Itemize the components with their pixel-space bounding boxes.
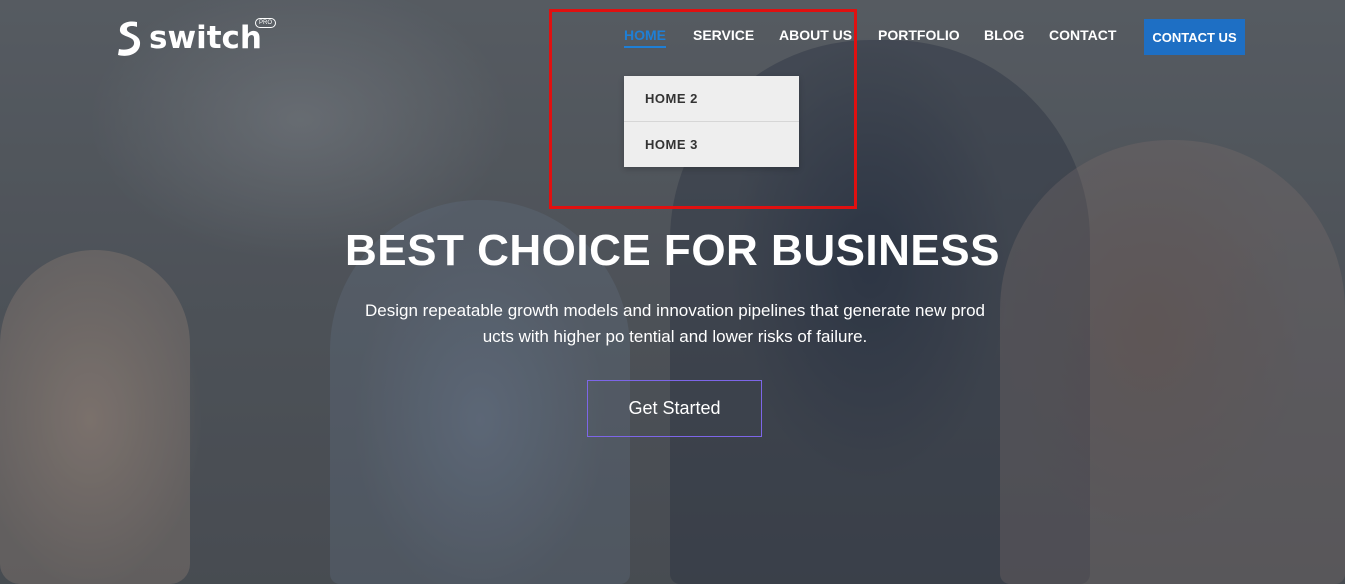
nav-item-blog[interactable]: BLOG [984, 26, 1024, 44]
highlight-annotation-box [549, 9, 857, 209]
logo-text: switch [149, 20, 262, 56]
logo-pro-badge: PRO [255, 18, 277, 28]
nav-item-contact[interactable]: CONTACT [1049, 26, 1116, 44]
logo-s-icon [115, 18, 143, 58]
hero-title: BEST CHOICE FOR BUSINESS [345, 226, 1000, 275]
nav-item-portfolio[interactable]: PORTFOLIO [878, 26, 960, 44]
hero-subtitle-line-1: Design repeatable growth models and inno… [365, 301, 985, 320]
hero-subtitle-line-2: ucts with higher po tential and lower ri… [482, 327, 868, 346]
hero-subtitle: Design repeatable growth models and inno… [350, 298, 1000, 350]
contact-us-button[interactable]: CONTACT US [1144, 19, 1245, 55]
site-logo[interactable]: switch PRO [115, 16, 277, 60]
get-started-button[interactable]: Get Started [587, 380, 762, 437]
